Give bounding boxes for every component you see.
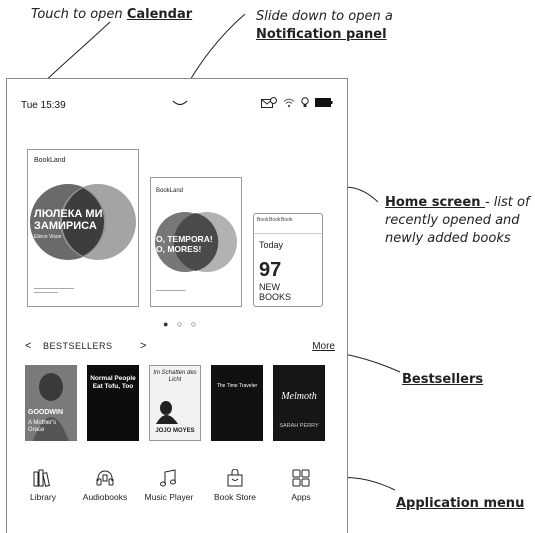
- new-books-label: NEW BOOKS: [259, 282, 292, 302]
- calendar-annotation: Touch to open Calendar: [31, 7, 193, 22]
- dock-label: Book Store: [213, 492, 257, 502]
- home-carousel: BookLand ЛЮЛЕКА МИ ЗАМИРИСА Elince Vison …: [7, 129, 347, 314]
- cover-footer-line: [34, 288, 74, 289]
- bestseller-book[interactable]: Normal People Eat Tofu, Too: [87, 365, 139, 441]
- book-store-button[interactable]: Book Store: [203, 469, 267, 502]
- bestsellers-header: < BESTSELLERS > More: [25, 340, 335, 355]
- music-player-button[interactable]: Music Player: [137, 469, 201, 502]
- today-label: Today: [259, 240, 284, 250]
- book-cover-medium[interactable]: BookLand O, TEMPORA! O, MORES!: [150, 177, 242, 307]
- publisher-label: BookLand: [34, 157, 66, 164]
- battery-icon: [315, 98, 333, 107]
- swipe-down-handle-icon[interactable]: [172, 99, 188, 107]
- dock-label: Audiobooks: [82, 492, 128, 502]
- application-menu-annotation: Application menu: [396, 496, 525, 511]
- audiobooks-button[interactable]: Audiobooks: [73, 469, 137, 502]
- notification-annotation: Slide down to open a Notification panel: [256, 9, 393, 42]
- apps-button[interactable]: Apps: [269, 469, 333, 502]
- notification-envelope-icon: [261, 97, 277, 108]
- library-button[interactable]: Library: [11, 469, 75, 502]
- headphones-icon: [96, 470, 114, 486]
- publisher-label: BookLand: [156, 188, 184, 194]
- new-books-count: 97: [259, 259, 282, 281]
- bestsellers-shelf: GOODWIN A Mother's Grace Normal People E…: [25, 365, 335, 445]
- apps-grid-icon: [292, 469, 310, 487]
- bulb-icon: [301, 97, 309, 107]
- shelf-title: BESTSELLERS: [43, 341, 113, 351]
- clock[interactable]: Tue 15:39: [21, 100, 66, 111]
- application-dock: Library Audiobooks Music Player Book Sto…: [7, 469, 347, 529]
- more-link[interactable]: More: [312, 341, 335, 352]
- bestseller-book[interactable]: GOODWIN A Mother's Grace: [25, 365, 77, 441]
- cover-author: Elince Vison: [34, 234, 62, 240]
- new-books-tile[interactable]: Book Book Book Today 97 NEW BOOKS: [253, 213, 323, 307]
- device-screen: Tue 15:39 BookLand ЛЮЛЕКА МИ ЗАМИРИСА El…: [6, 78, 348, 533]
- stacked-books: Book Book Book: [254, 214, 322, 234]
- cover-footer-line: [34, 292, 58, 293]
- wifi-icon: [283, 98, 295, 107]
- bestsellers-annotation: Bestsellers: [402, 372, 484, 387]
- carousel-page-dots[interactable]: ● ○ ○: [163, 319, 199, 329]
- prev-shelf-button[interactable]: <: [25, 340, 31, 352]
- book-cover-large[interactable]: BookLand ЛЮЛЕКА МИ ЗАМИРИСА Elince Vison: [27, 149, 139, 307]
- shopping-bag-icon: [227, 469, 243, 487]
- bestseller-book[interactable]: The Time Traveler: [211, 365, 263, 441]
- status-bar: Tue 15:39: [7, 79, 347, 115]
- cover-title: ЛЮЛЕКА МИ ЗАМИРИСА: [34, 208, 103, 232]
- cover-footer-line: [156, 290, 186, 291]
- status-icons: [261, 97, 333, 108]
- library-icon: [33, 469, 51, 487]
- cover-title: O, TEMPORA! O, MORES!: [156, 234, 213, 254]
- dock-label: Music Player: [144, 492, 194, 502]
- next-shelf-button[interactable]: >: [140, 340, 146, 352]
- home-screen-annotation: Home screen - list of recently opened an…: [385, 195, 530, 246]
- dock-label: Library: [30, 492, 56, 502]
- dock-label: Apps: [291, 492, 311, 502]
- bestseller-book[interactable]: Im Schatten des Licht JOJO MOYES: [149, 365, 201, 441]
- music-note-icon: [160, 469, 176, 487]
- cover-artwork: [156, 401, 178, 424]
- bestseller-book[interactable]: Melmoth SARAH PERRY: [273, 365, 325, 441]
